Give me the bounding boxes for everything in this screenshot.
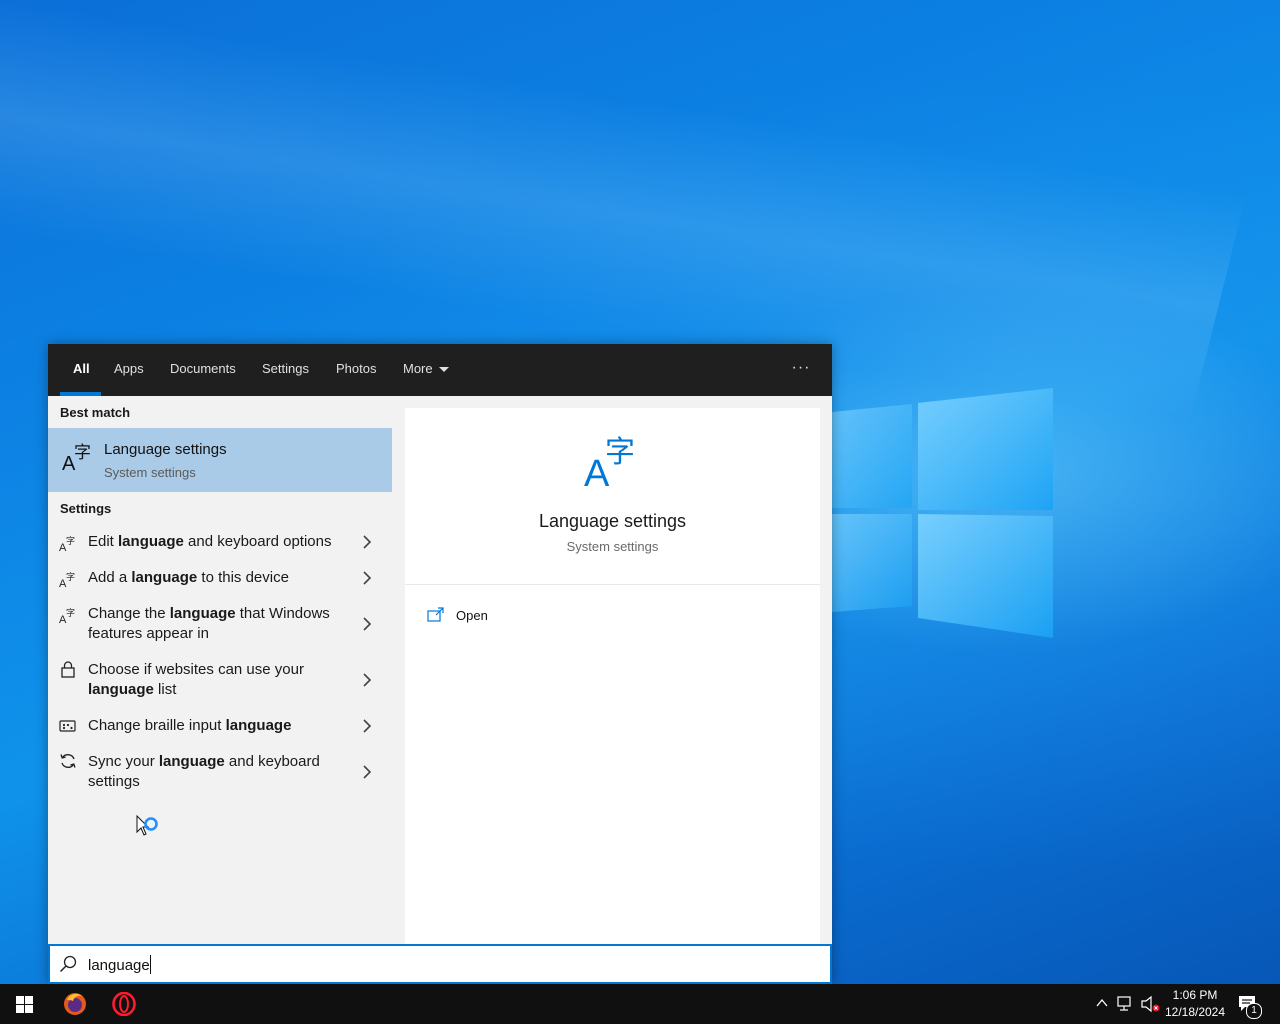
tab-all[interactable]: All <box>73 344 90 396</box>
best-match-subtitle: System settings <box>104 465 196 480</box>
open-button[interactable]: Open <box>427 605 547 629</box>
result-label: Choose if websites can use your language… <box>88 661 304 698</box>
results-list: Best match A 字 Language settings System … <box>48 396 392 944</box>
best-match-heading: Best match <box>60 405 131 420</box>
result-label: Change braille input language <box>88 717 292 734</box>
chevron-right-icon <box>363 617 372 631</box>
tab-photos[interactable]: Photos <box>336 344 376 396</box>
chevron-down-icon <box>438 367 449 373</box>
result-sync-language-settings[interactable]: Sync your language and keyboard settings <box>48 746 392 798</box>
search-box[interactable] <box>48 944 832 984</box>
language-icon: A 字 <box>62 443 91 472</box>
language-icon: A 字 <box>584 435 635 490</box>
result-label: Change the language that Windows feature… <box>88 605 330 642</box>
chevron-right-icon <box>363 571 372 585</box>
lock-icon <box>61 661 75 678</box>
open-icon <box>427 607 444 622</box>
language-icon: A 字 <box>59 571 75 588</box>
svg-text:字: 字 <box>74 443 91 463</box>
svg-text:字: 字 <box>66 535 75 547</box>
result-label: Add a language to this device <box>88 569 289 586</box>
clock-time[interactable]: 1:06 PM <box>1160 988 1230 1002</box>
tab-documents[interactable]: Documents <box>170 344 236 396</box>
taskbar-firefox[interactable] <box>51 984 99 1024</box>
result-label: Edit language and keyboard options <box>88 533 332 550</box>
result-label: Sync your language and keyboard settings <box>88 753 320 790</box>
tab-more-label: More <box>403 361 433 376</box>
result-websites-language-list[interactable]: Choose if websites can use your language… <box>48 654 392 706</box>
text-caret <box>150 955 151 974</box>
search-tab-bar: All Apps Documents Settings Photos More … <box>48 344 832 396</box>
open-label: Open <box>456 608 488 623</box>
volume-muted-icon[interactable] <box>1141 995 1161 1013</box>
chevron-right-icon <box>363 765 372 779</box>
svg-text:字: 字 <box>66 607 75 619</box>
tab-more[interactable]: More <box>403 344 449 396</box>
busy-cursor-icon <box>136 815 158 836</box>
chevron-right-icon <box>363 719 372 733</box>
preview-pane: A 字 Language settings System settings Op… <box>405 408 820 944</box>
tab-apps[interactable]: Apps <box>114 344 144 396</box>
search-panel: All Apps Documents Settings Photos More … <box>48 344 832 984</box>
notification-count-badge: 1 <box>1246 1003 1262 1019</box>
settings-heading: Settings <box>60 501 112 516</box>
result-change-windows-language[interactable]: A 字 Change the language that Windows fea… <box>48 598 392 650</box>
search-icon <box>59 955 77 973</box>
firefox-icon <box>64 993 86 1015</box>
result-edit-language-keyboard[interactable]: A 字 Edit language and keyboard options <box>48 526 392 558</box>
language-icon: A 字 <box>59 535 75 552</box>
taskbar: 1:06 PM 12/18/2024 1 <box>0 984 1280 1024</box>
svg-text:字: 字 <box>66 571 75 583</box>
chevron-up-icon[interactable] <box>1096 997 1108 1009</box>
clock-date[interactable]: 12/18/2024 <box>1160 1005 1230 1019</box>
search-input[interactable] <box>88 954 788 976</box>
taskbar-opera[interactable] <box>100 984 148 1024</box>
result-braille-input-language[interactable]: Change braille input language <box>48 710 392 742</box>
braille-icon <box>59 720 76 732</box>
more-options-button[interactable]: ··· <box>790 354 812 384</box>
language-icon: A 字 <box>59 607 75 624</box>
result-add-language[interactable]: A 字 Add a language to this device <box>48 562 392 594</box>
preview-subtitle: System settings <box>566 539 659 554</box>
tab-settings[interactable]: Settings <box>262 344 309 396</box>
best-match-item[interactable]: A 字 Language settings System settings <box>48 428 392 492</box>
chevron-right-icon <box>363 535 372 549</box>
windows-logo-wallpaper <box>832 388 1053 638</box>
svg-text:字: 字 <box>605 435 635 470</box>
sync-icon <box>60 754 76 768</box>
chevron-right-icon <box>363 673 372 687</box>
opera-icon <box>112 992 136 1016</box>
network-icon[interactable] <box>1117 995 1135 1013</box>
preview-divider <box>405 584 820 585</box>
start-button[interactable] <box>0 984 48 1024</box>
preview-title: Language settings <box>538 511 687 531</box>
start-icon <box>16 996 33 1013</box>
best-match-title: Language settings <box>104 441 227 458</box>
notification-center-button[interactable]: 1 <box>1236 993 1262 1019</box>
